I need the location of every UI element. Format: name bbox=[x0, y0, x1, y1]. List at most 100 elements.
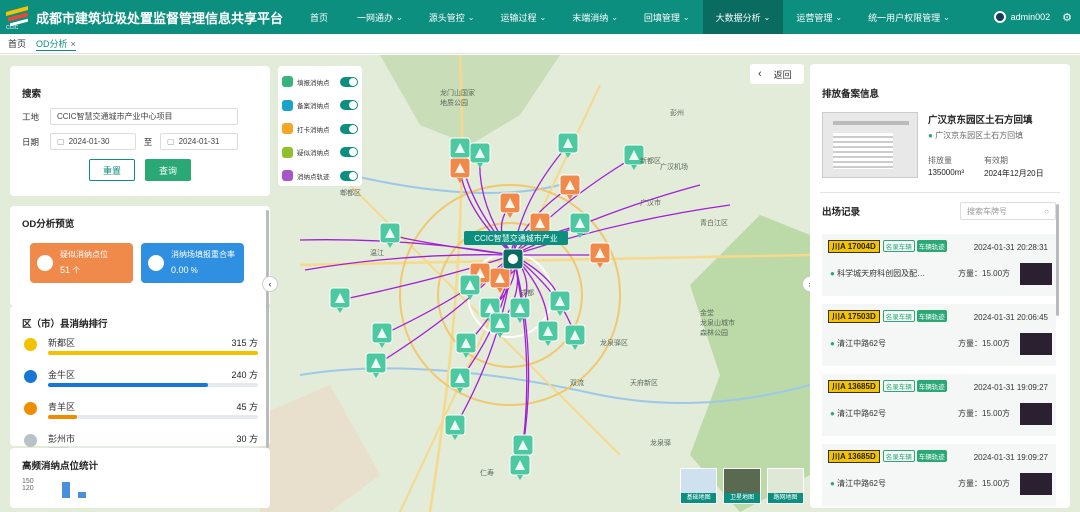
record-card[interactable]: 川A 17004D 名录车辆 车辆轨迹 2024-01-31 20:28:31 ● … bbox=[822, 234, 1056, 296]
nav-item-1[interactable]: 一网通办 ⌄ bbox=[344, 0, 416, 34]
place-label: 天府新区 bbox=[630, 378, 658, 387]
nav-item-8[interactable]: 统一用户权限管理 ⌄ bbox=[855, 0, 963, 34]
record-card[interactable]: 川A 13685D 名录车辆 车辆轨迹 2024-01-31 19:09:27 ● … bbox=[822, 374, 1056, 436]
nav-item-5[interactable]: 回填管理 ⌄ bbox=[631, 0, 703, 34]
place-label: 龙门山国家 bbox=[440, 88, 475, 97]
record-address: ● 清江中路62号 bbox=[830, 409, 886, 418]
toggle-switch[interactable] bbox=[340, 100, 358, 111]
map-pin-icon bbox=[282, 123, 293, 135]
ranking-item: 青羊区 45 方 bbox=[22, 400, 258, 426]
progress-bar bbox=[48, 383, 258, 387]
divider bbox=[820, 192, 1060, 193]
record-card[interactable]: 川A 13685D 名录车辆 车辆轨迹 2024-01-31 19:09:27 ● … bbox=[822, 444, 1056, 506]
district-ranking-panel: 区（市）县消纳排行 新都区 315 方 金牛区 240 方 青羊区 45 方 彭… bbox=[10, 306, 270, 451]
search-title: 搜索 bbox=[22, 89, 42, 100]
registered-tag: 名录车辆 bbox=[882, 380, 915, 392]
location-icon: ● bbox=[830, 339, 835, 348]
track-tag[interactable]: 车辆轨迹 bbox=[916, 450, 947, 462]
search-panel: 搜索 工地 CCIC智慧交通城市产业中心项目 日期 ▢ 2024-01-30 至 … bbox=[10, 66, 270, 196]
nav-item-7[interactable]: 运营管理 ⌄ bbox=[783, 0, 855, 34]
records-scrollbar[interactable] bbox=[1056, 204, 1059, 316]
chevron-down-icon: ⌄ bbox=[763, 12, 771, 22]
search-icon[interactable]: ○ bbox=[1044, 207, 1049, 216]
vehicle-photo[interactable] bbox=[1020, 333, 1052, 355]
location-icon: ● bbox=[830, 479, 835, 488]
suspect-points-card[interactable]: 疑似消纳点位 51 个 bbox=[30, 243, 133, 283]
toggle-switch[interactable] bbox=[340, 76, 358, 87]
registered-tag: 名录车辆 bbox=[882, 310, 915, 322]
vehicle-photo[interactable] bbox=[1020, 403, 1052, 425]
reset-button[interactable]: 重置 bbox=[89, 159, 135, 181]
nav-item-0[interactable]: 首页 bbox=[297, 0, 344, 34]
user-menu[interactable]: admin002 ⚙ bbox=[993, 11, 1072, 24]
site-label: 工地 bbox=[22, 111, 40, 122]
chevron-down-icon: ⌄ bbox=[835, 12, 843, 22]
vehicle-photo[interactable] bbox=[1020, 473, 1052, 495]
app-title: 成都市建筑垃圾处置监督管理信息共享平台 bbox=[36, 10, 284, 26]
beian-title: 排放备案信息 bbox=[822, 89, 880, 100]
high-freq-title: 高频消纳点位统计 bbox=[22, 461, 99, 472]
location-icon: ● bbox=[830, 269, 835, 278]
legend-item: 打卡消纳点 bbox=[282, 117, 358, 141]
tab-home[interactable]: 首页 bbox=[8, 37, 26, 50]
left-scrollbar[interactable] bbox=[266, 210, 269, 448]
record-time: 2024-01-31 20:28:31 bbox=[973, 243, 1048, 252]
toggle-switch[interactable] bbox=[340, 147, 358, 158]
legend-item: 填报消纳点 bbox=[282, 70, 358, 94]
record-card[interactable]: 川A 17503D 名录车辆 车辆轨迹 2024-01-31 20:06:45 ● … bbox=[822, 304, 1056, 366]
record-address: ● 科学城天府科创园及配… bbox=[830, 269, 926, 278]
date-from-input[interactable]: ▢ 2024-01-30 bbox=[50, 133, 136, 150]
record-amount: 方量：15.00方 bbox=[958, 269, 1011, 278]
records-title: 出场记录 bbox=[822, 207, 861, 218]
place-label: 青白江区 bbox=[700, 218, 728, 227]
toggle-switch[interactable] bbox=[340, 123, 358, 134]
nav-item-2[interactable]: 源头管控 ⌄ bbox=[416, 0, 488, 34]
chevron-down-icon: ⌄ bbox=[611, 12, 618, 22]
track-tag[interactable]: 车辆轨迹 bbox=[916, 380, 947, 392]
record-time: 2024-01-31 20:06:45 bbox=[973, 313, 1048, 322]
place-label: 森林公园 bbox=[700, 328, 728, 337]
track-tag[interactable]: 车辆轨迹 bbox=[916, 310, 947, 322]
gear-icon[interactable]: ⚙ bbox=[1062, 11, 1072, 24]
overlap-rate-card[interactable]: 消纳场填报重合率 0.00 % bbox=[141, 243, 244, 283]
ranking-item: 新都区 315 方 bbox=[22, 336, 258, 362]
right-panel: 排放备案信息 广汉京东园区土石方回填 ● 广汉京东园区土石方回填 排放量 1350… bbox=[810, 64, 1070, 508]
certificate-image[interactable] bbox=[822, 112, 918, 178]
nav-item-3[interactable]: 运输过程 ⌄ bbox=[487, 0, 559, 34]
truck-icon bbox=[148, 255, 164, 271]
tab-od-analysis[interactable]: OD分析 × bbox=[36, 37, 76, 51]
axis-tick: 150 bbox=[22, 478, 34, 485]
app-logo: CCIC bbox=[6, 5, 32, 31]
place-label: 广汉机场 bbox=[660, 162, 688, 171]
plate-search-input[interactable]: 搜索车牌号 ○ bbox=[960, 202, 1056, 220]
chevron-down-icon: ⌄ bbox=[539, 12, 547, 22]
basemap-option[interactable]: 基础地图 bbox=[680, 468, 718, 504]
nav-item-6[interactable]: 大数据分析 ⌄ bbox=[702, 0, 784, 34]
place-label: 广汉市 bbox=[640, 198, 661, 207]
back-button[interactable]: ‹ 返回 bbox=[750, 64, 804, 84]
site-name: 广汉京东园区土石方回填 bbox=[928, 115, 1033, 126]
date-to-input[interactable]: ▢ 2024-01-31 bbox=[160, 133, 238, 150]
track-tag[interactable]: 车辆轨迹 bbox=[916, 240, 947, 252]
avatar bbox=[993, 11, 1006, 23]
place-label: 双流 bbox=[570, 378, 584, 387]
top-nav-bar: CCIC 成都市建筑垃圾处置监督管理信息共享平台 首页 一网通办 ⌄ 源头管控 ⌄ 运输过… bbox=[0, 0, 1080, 34]
main-nav: 首页 一网通办 ⌄ 源头管控 ⌄ 运输过程 ⌄ 末端消纳 ⌄ 回填管理 ⌄ 大数据分析 ⌄ 运营管理 ⌄ 统一… bbox=[297, 0, 963, 34]
basemap-option[interactable]: 卫星地图 bbox=[723, 468, 761, 504]
site-input[interactable]: CCIC智慧交通城市产业中心项目 bbox=[50, 108, 238, 125]
query-button[interactable]: 查询 bbox=[145, 159, 191, 181]
chart-bar bbox=[78, 492, 86, 498]
legend-item: 消纳点轨迹 bbox=[282, 164, 358, 188]
vehicle-photo[interactable] bbox=[1020, 263, 1052, 285]
record-address: ● 清江中路62号 bbox=[830, 339, 886, 348]
chevron-down-icon: ⌄ bbox=[682, 12, 690, 22]
toggle-switch[interactable] bbox=[340, 170, 358, 181]
basemap-option[interactable]: 路网地图 bbox=[766, 468, 804, 504]
map-pin-icon bbox=[282, 76, 293, 88]
place-label: 彭州 bbox=[670, 108, 684, 117]
close-icon[interactable]: × bbox=[71, 39, 76, 49]
nav-item-4[interactable]: 末端消纳 ⌄ bbox=[559, 0, 631, 34]
progress-bar bbox=[48, 415, 258, 419]
record-amount: 方量：15.00方 bbox=[958, 339, 1011, 348]
collapse-left-button[interactable]: ‹ bbox=[262, 276, 278, 292]
